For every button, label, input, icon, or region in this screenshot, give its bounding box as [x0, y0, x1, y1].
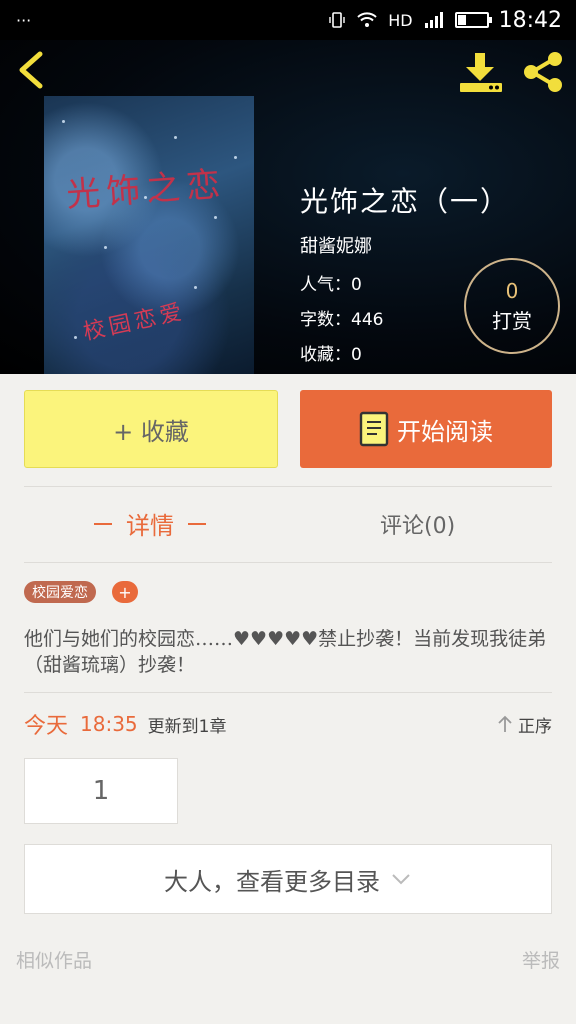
divider — [24, 692, 552, 693]
cover-title: 光饰之恋 — [65, 164, 228, 216]
chevron-down-icon — [392, 874, 410, 885]
report-link[interactable]: 举报 — [522, 946, 560, 973]
cover-subtitle: 校园恋爱 — [81, 299, 188, 346]
book-title: 光饰之恋（一） — [300, 185, 511, 218]
vibrate-icon — [329, 12, 345, 28]
divider — [24, 562, 552, 563]
chevron-left-icon[interactable] — [14, 50, 50, 90]
notification-dots: ··· — [16, 10, 32, 30]
wifi-icon — [357, 12, 377, 27]
status-icons: HD 18:42 — [328, 8, 562, 33]
chapter-item[interactable]: 1 — [24, 758, 178, 824]
add-tag-button[interactable]: + — [112, 581, 138, 603]
collect-label: + 收藏 — [113, 417, 189, 446]
clock: 18:42 — [498, 7, 562, 33]
more-catalog-button[interactable]: 大人，查看更多目录 — [24, 844, 552, 914]
battery-icon — [454, 12, 492, 28]
network-type: HD — [388, 10, 413, 30]
book-cover: 光饰之恋 校园恋爱 — [44, 96, 254, 374]
tip-button[interactable]: 0 打赏 — [464, 258, 560, 354]
update-label: 更新到1章 — [147, 716, 227, 737]
tag-label: 校园爱恋 — [32, 585, 88, 601]
tab-comments-label: 评论(0) — [380, 514, 456, 539]
share-icon[interactable] — [520, 50, 566, 94]
more-catalog-label: 大人，查看更多目录 — [164, 867, 380, 896]
similar-works-link[interactable]: 相似作品 — [16, 946, 92, 973]
status-bar: ··· HD 18:42 — [0, 0, 576, 40]
sort-toggle[interactable]: 正序 — [496, 712, 552, 737]
tab-details-label: 详情 — [126, 512, 174, 540]
collect-button[interactable]: + 收藏 — [24, 390, 278, 468]
add-tag-label: + — [118, 582, 132, 602]
favorites-stat: 收藏：0 — [300, 345, 362, 365]
arrow-up-icon — [498, 715, 512, 732]
tip-count: 0 — [505, 278, 519, 303]
divider — [24, 486, 552, 487]
book-description: 他们与她们的校园恋……♥♥♥♥♥禁止抄袭！当前发现我徒弟（甜酱琉璃）抄袭！ — [24, 628, 547, 676]
book-icon — [359, 411, 389, 447]
tab-indicator-right — [188, 522, 206, 525]
start-reading-button[interactable]: 开始阅读 — [300, 390, 552, 468]
tab-details[interactable]: 详情 — [94, 506, 206, 541]
tag-chip[interactable]: 校园爱恋 — [24, 581, 96, 603]
tab-comments[interactable]: 评论(0) — [380, 508, 455, 540]
tip-label: 打赏 — [492, 308, 532, 333]
signal-icon — [424, 12, 443, 28]
download-icon[interactable] — [458, 50, 504, 94]
update-info: 今天 18:35 更新到1章 正序 — [24, 708, 552, 740]
book-author: 甜酱妮娜 — [300, 236, 372, 257]
start-reading-label: 开始阅读 — [397, 417, 493, 446]
sort-label: 正序 — [518, 716, 552, 737]
update-day: 今天 — [24, 714, 69, 739]
update-time: 18:35 — [80, 712, 138, 736]
chapter-number: 1 — [92, 776, 110, 806]
tab-indicator-left — [94, 522, 112, 525]
